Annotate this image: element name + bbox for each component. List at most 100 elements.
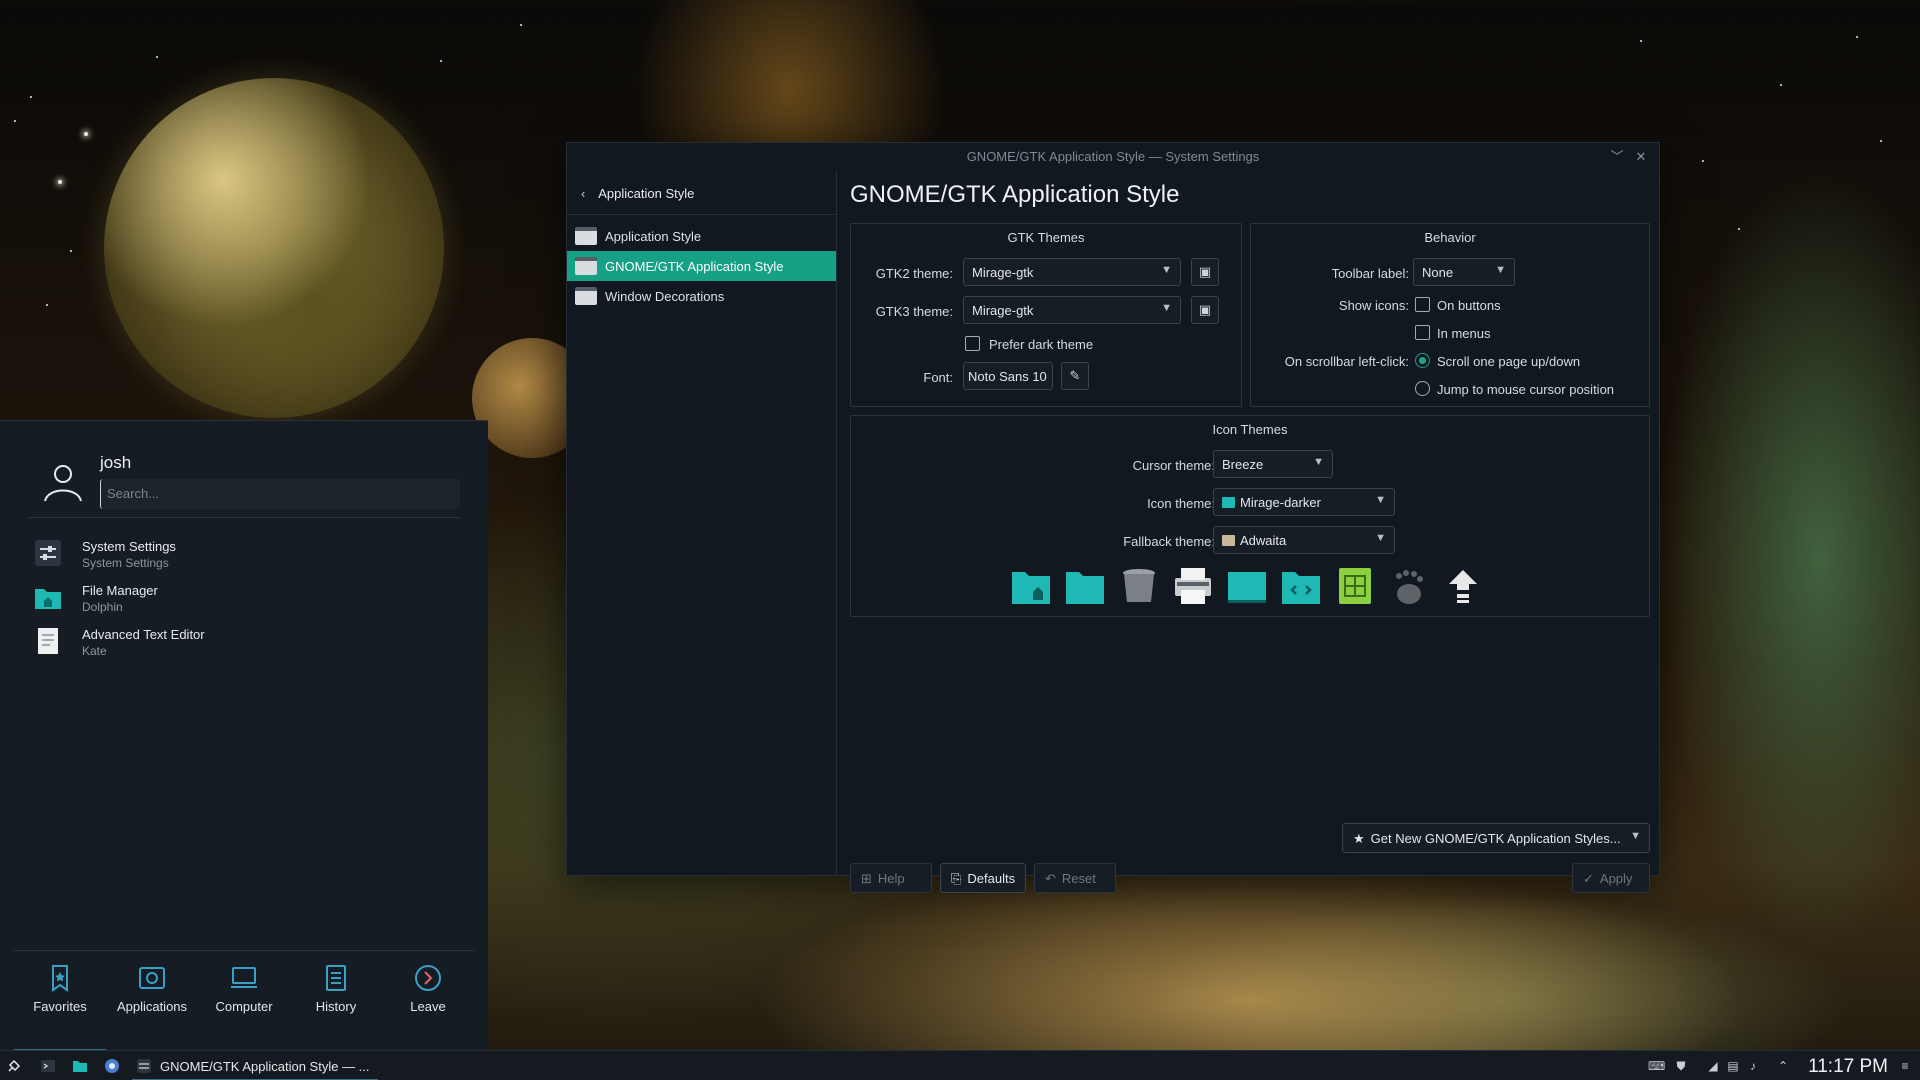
group-title: Icon Themes <box>1212 422 1288 437</box>
behavior-group: Behavior Toolbar label: None ▼ Show icon… <box>1250 223 1650 407</box>
task-label: GNOME/GTK Application Style — ... <box>160 1059 370 1074</box>
settings-icon <box>35 540 61 566</box>
back-label: Application Style <box>598 186 695 201</box>
user-avatar-icon[interactable] <box>40 459 86 505</box>
star <box>70 250 72 252</box>
tab-applications[interactable]: Applications <box>106 951 198 1050</box>
select-value: Breeze <box>1222 457 1264 472</box>
select-value: Mirage-darker <box>1240 495 1321 510</box>
prefer-dark-checkbox[interactable] <box>965 336 980 351</box>
application-launcher: josh Search... System Settings System Se… <box>0 420 488 1051</box>
star <box>58 180 62 184</box>
select-value: Mirage-gtk <box>972 303 1034 318</box>
gtk3-preview-button[interactable]: ▣ <box>1191 296 1219 324</box>
in-menus-label: In menus <box>1437 326 1491 341</box>
star-icon: ★ <box>1353 831 1365 846</box>
notifications-icon[interactable]: ≡ <box>1898 1059 1912 1073</box>
chevron-down-icon: ▼ <box>1313 456 1324 468</box>
cursor-theme-select[interactable]: Breeze ▼ <box>1213 450 1333 478</box>
app-launcher-icon[interactable] <box>6 1058 22 1074</box>
font-field[interactable]: Noto Sans 10 <box>963 362 1053 390</box>
user-header: josh Search... <box>40 449 460 519</box>
window-title: GNOME/GTK Application Style — System Set… <box>966 149 1260 164</box>
chevron-left-icon: ‹ <box>581 186 586 201</box>
apply-button[interactable]: ✓ Apply <box>1572 863 1650 893</box>
get-new-styles-button[interactable]: ★ Get New GNOME/GTK Application Styles...… <box>1342 823 1650 853</box>
font-label: Font: <box>923 370 953 385</box>
button-label: Get New GNOME/GTK Application Styles... <box>1370 831 1621 846</box>
star <box>440 60 442 62</box>
clock[interactable]: 11:17 PM <box>1808 1056 1888 1078</box>
gtk2-theme-select[interactable]: Mirage-gtk ▼ <box>963 258 1181 286</box>
minimize-icon[interactable]: ﹀ <box>1609 149 1625 165</box>
reset-button[interactable]: ↶ Reset <box>1034 863 1116 893</box>
folder-icon[interactable] <box>72 1058 88 1074</box>
clipboard-icon[interactable]: ▤ <box>1726 1059 1740 1073</box>
tab-label: Favorites <box>33 999 87 1014</box>
close-icon[interactable]: ✕ <box>1633 149 1649 165</box>
undo-icon: ↶ <box>1045 871 1056 886</box>
settings-icon <box>137 1059 151 1073</box>
volume-icon[interactable]: ♪ <box>1746 1059 1760 1073</box>
list-item[interactable]: File Manager Dolphin <box>34 581 454 625</box>
back-button[interactable]: ‹ Application Style <box>567 171 836 215</box>
taskbar-task-system-settings[interactable]: GNOME/GTK Application Style — ... <box>132 1051 378 1080</box>
tab-computer[interactable]: Computer <box>198 951 290 1050</box>
chevron-down-icon: ▼ <box>1375 532 1386 544</box>
sidebar-item-gtk-style[interactable]: GNOME/GTK Application Style <box>567 251 836 281</box>
button-label: Apply <box>1599 871 1633 886</box>
help-icon: ⊞ <box>861 871 872 886</box>
folder-icon <box>1222 535 1235 546</box>
tab-label: Applications <box>116 999 188 1014</box>
gtk2-label: GTK2 theme: <box>875 266 953 281</box>
cursor-theme-label: Cursor theme: <box>1132 458 1215 473</box>
fallback-theme-label: Fallback theme: <box>1123 534 1215 549</box>
bookmark-icon <box>52 965 68 992</box>
jump-cursor-label: Jump to mouse cursor position <box>1437 382 1615 397</box>
sidebar: ‹ Application Style Application Style GN… <box>567 171 837 875</box>
computer-icon <box>231 967 257 988</box>
star <box>30 96 32 98</box>
icon-theme-select[interactable]: Mirage-darker ▼ <box>1213 488 1395 516</box>
gtk2-preview-button[interactable]: ▣ <box>1191 258 1219 286</box>
button-label: Help <box>877 871 905 886</box>
toolbar-label-select[interactable]: None ▼ <box>1413 258 1515 286</box>
chevron-down-icon: ▼ <box>1630 830 1641 842</box>
fallback-theme-select[interactable]: Adwaita ▼ <box>1213 526 1395 554</box>
pencil-icon: ✎ <box>1069 368 1081 383</box>
search-input[interactable]: Search... <box>100 479 460 509</box>
star <box>1880 140 1882 142</box>
terminal-icon[interactable] <box>40 1058 56 1074</box>
shield-icon[interactable]: ⛊ <box>1674 1059 1688 1073</box>
sidebar-item-label: Application Style <box>605 229 702 244</box>
tab-history[interactable]: History <box>290 951 382 1050</box>
title-bar[interactable]: GNOME/GTK Application Style — System Set… <box>567 143 1659 171</box>
jump-cursor-radio[interactable] <box>1415 381 1430 396</box>
toolbar-label: Toolbar label: <box>1331 266 1409 281</box>
user-name: josh <box>100 453 132 472</box>
group-title: Behavior <box>1424 230 1476 245</box>
on-buttons-checkbox[interactable] <box>1415 297 1430 312</box>
star <box>14 120 16 122</box>
sidebar-item-window-decorations[interactable]: Window Decorations <box>567 281 836 311</box>
scroll-page-radio[interactable] <box>1415 353 1430 368</box>
favorites-list: System Settings System Settings File Man… <box>34 537 454 669</box>
folder-icon <box>1066 572 1104 604</box>
network-icon[interactable]: ◢ <box>1706 1059 1720 1073</box>
star <box>156 56 158 58</box>
list-item[interactable]: Advanced Text Editor Kate <box>34 625 454 669</box>
list-item[interactable]: System Settings System Settings <box>34 537 454 581</box>
sidebar-item-application-style[interactable]: Application Style <box>567 221 836 251</box>
group-title: GTK Themes <box>1007 230 1085 245</box>
font-choose-button[interactable]: ✎ <box>1061 362 1089 390</box>
browser-icon[interactable] <box>104 1058 120 1074</box>
keyboard-layout-icon[interactable]: ⌨ <box>1648 1059 1665 1073</box>
tab-favorites[interactable]: Favorites <box>14 951 106 1051</box>
star <box>84 132 88 136</box>
gtk3-theme-select[interactable]: Mirage-gtk ▼ <box>963 296 1181 324</box>
defaults-button[interactable]: ⎘ Defaults <box>940 863 1026 893</box>
tab-leave[interactable]: Leave <box>382 951 474 1050</box>
chevron-up-icon[interactable]: ⌃ <box>1776 1059 1790 1073</box>
in-menus-checkbox[interactable] <box>1415 325 1430 340</box>
help-button[interactable]: ⊞ Help <box>850 863 932 893</box>
